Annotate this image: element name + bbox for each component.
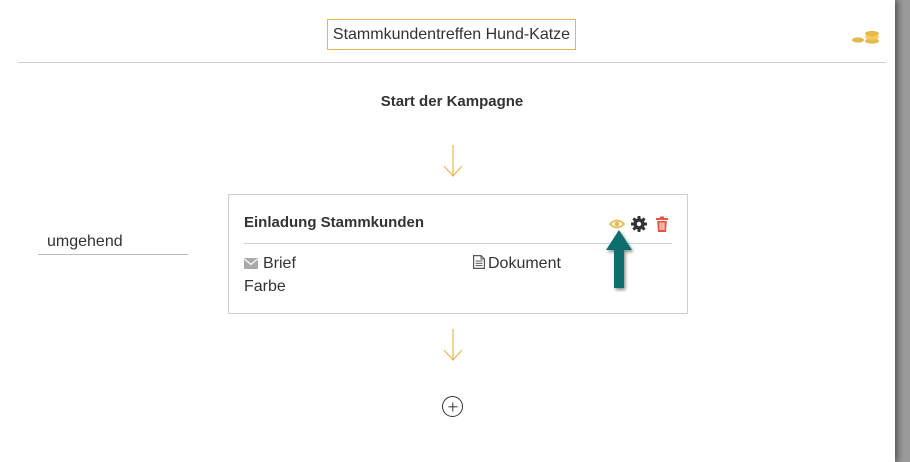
- campaign-title[interactable]: Stammkundentreffen Hund-Katze: [327, 19, 576, 50]
- timing-field[interactable]: umgehend: [38, 230, 188, 255]
- step-document[interactable]: Dokument: [473, 255, 561, 273]
- step-color: Farbe: [244, 278, 286, 295]
- document-icon: [473, 255, 485, 269]
- step-document-label: Dokument: [488, 255, 561, 272]
- step-title: Einladung Stammkunden: [244, 214, 425, 231]
- add-step-button[interactable]: [442, 396, 463, 417]
- trash-icon[interactable]: [653, 215, 671, 233]
- step-type: Brief: [244, 255, 296, 273]
- envelope-icon: [244, 258, 258, 269]
- pointer-arrow: [606, 230, 632, 288]
- start-label: Start der Kampagne: [380, 93, 524, 110]
- coins-icon[interactable]: [851, 30, 881, 44]
- step-type-label: Brief: [263, 255, 296, 272]
- header-divider: [18, 62, 886, 63]
- arrow-down-icon: [443, 145, 463, 177]
- arrow-down-icon: [443, 329, 463, 361]
- campaign-editor: Stammkundentreffen Hund-Katze Start der …: [0, 0, 895, 462]
